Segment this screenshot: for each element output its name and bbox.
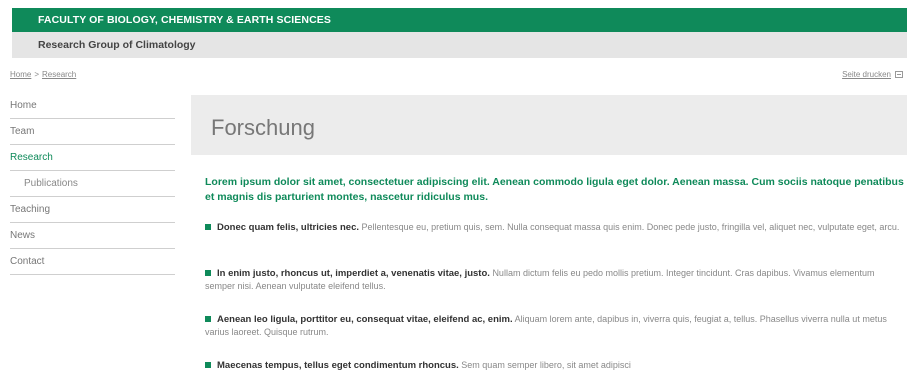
list-item-heading: Aenean leo ligula, porttitor eu, consequ… <box>217 314 513 325</box>
group-bar: Research Group of Climatology <box>12 32 907 58</box>
list-item: Maecenas tempus, tellus eget condimentum… <box>205 359 905 379</box>
list-item-text: Sem quam semper libero, sit amet adipisc… <box>461 360 631 370</box>
list-item-heading: In enim justo, rhoncus ut, imperdiet a, … <box>217 268 490 279</box>
sidebar-item-team[interactable]: Team <box>10 119 175 145</box>
print-link[interactable]: Seite drucken <box>842 70 903 79</box>
page-title: Forschung <box>211 115 315 140</box>
square-bullet-icon <box>205 224 211 230</box>
group-title: Research Group of Climatology <box>38 39 196 51</box>
print-label[interactable]: Seite drucken <box>842 70 891 79</box>
list-item: Aenean leo ligula, porttitor eu, consequ… <box>205 313 905 359</box>
list-item-heading: Donec quam felis, ultricies nec. <box>217 222 360 233</box>
sidebar-item-teaching[interactable]: Teaching <box>10 197 175 223</box>
list-item: Donec quam felis, ultricies nec. Pellent… <box>205 221 905 267</box>
square-bullet-icon <box>205 362 211 368</box>
breadcrumb-home-link[interactable]: Home <box>10 70 31 79</box>
faculty-bar: FACULTY OF BIOLOGY, CHEMISTRY & EARTH SC… <box>12 8 907 32</box>
list-item: In enim justo, rhoncus ut, imperdiet a, … <box>205 267 905 313</box>
print-icon[interactable] <box>895 71 903 78</box>
breadcrumb: Home > Research <box>10 70 76 79</box>
sidebar-item-research[interactable]: Research <box>10 145 175 171</box>
list-item-heading: Maecenas tempus, tellus eget condimentum… <box>217 360 459 371</box>
square-bullet-icon <box>205 270 211 276</box>
bullet-list: Donec quam felis, ultricies nec. Pellent… <box>205 221 905 379</box>
square-bullet-icon <box>205 316 211 322</box>
lead-paragraph: Lorem ipsum dolor sit amet, consectetuer… <box>205 176 904 203</box>
breadcrumb-separator: > <box>34 70 40 79</box>
breadcrumb-current-link[interactable]: Research <box>42 70 76 79</box>
list-item-text: Pellentesque eu, pretium quis, sem. Null… <box>361 222 900 232</box>
sidebar-item-contact[interactable]: Contact <box>10 249 175 275</box>
sidebar-item-home[interactable]: Home <box>10 93 175 119</box>
sidebar-item-news[interactable]: News <box>10 223 175 249</box>
sidebar-nav: Home Team Research Publications Teaching… <box>10 93 175 275</box>
page-title-box: Forschung <box>191 95 907 155</box>
faculty-title: FACULTY OF BIOLOGY, CHEMISTRY & EARTH SC… <box>38 14 331 26</box>
sidebar-item-publications[interactable]: Publications <box>10 171 175 197</box>
